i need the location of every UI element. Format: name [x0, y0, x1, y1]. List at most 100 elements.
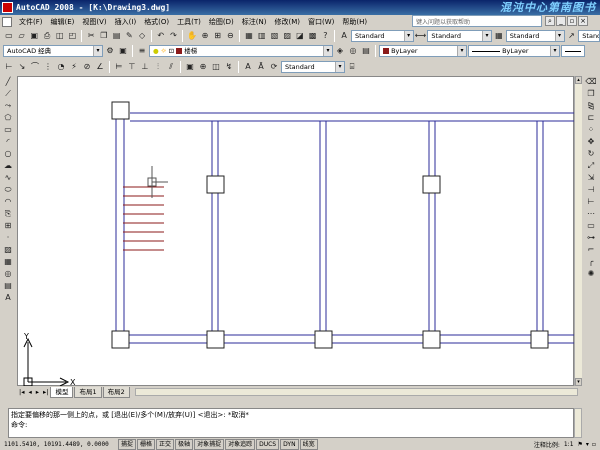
dim-style-manager-icon[interactable]: ⌸: [346, 61, 358, 73]
close-icon[interactable]: ×: [578, 16, 588, 26]
polar-toggle[interactable]: 极轴: [175, 439, 194, 450]
polygon-icon[interactable]: ⬠: [2, 112, 14, 124]
ellipse-icon[interactable]: ⬭: [2, 184, 14, 196]
restore-icon[interactable]: ▫: [567, 16, 577, 26]
center-mark-icon[interactable]: ⊕: [197, 61, 209, 73]
ducs-toggle[interactable]: DUCS: [256, 439, 280, 450]
otrack-toggle[interactable]: 对象追踪: [225, 439, 256, 450]
extend-icon[interactable]: ⊢: [585, 196, 597, 208]
scale-icon[interactable]: ⤢: [585, 160, 597, 172]
block-editor-icon[interactable]: ◇: [136, 30, 148, 42]
copy-object-icon[interactable]: ❐: [585, 88, 597, 100]
linetype-select[interactable]: ByLayer ▾: [468, 45, 560, 57]
document-icon[interactable]: [2, 16, 12, 27]
menu-draw[interactable]: 绘图(D): [205, 17, 238, 27]
tab-model[interactable]: 模型: [50, 386, 74, 398]
table-icon[interactable]: ▤: [2, 280, 14, 292]
zoom-realtime-icon[interactable]: ⊕: [199, 30, 211, 42]
scroll-down-icon[interactable]: ▾: [575, 378, 582, 386]
break-at-point-icon[interactable]: ⋯: [585, 208, 597, 220]
menu-file[interactable]: 文件(F): [15, 17, 47, 27]
calculator-icon[interactable]: ▩: [307, 30, 319, 42]
dimension-style-select[interactable]: Standard ▾: [281, 61, 345, 73]
offset-icon[interactable]: ⊏: [585, 112, 597, 124]
diameter-icon[interactable]: ⊘: [81, 61, 93, 73]
dim-text-edit-icon[interactable]: Ā: [255, 61, 267, 73]
workspace-select[interactable]: AutoCAD 经典 ▾: [3, 45, 103, 57]
ortho-toggle[interactable]: 正交: [156, 439, 175, 450]
tolerance-icon[interactable]: ▣: [184, 61, 196, 73]
rotate-icon[interactable]: ↻: [585, 148, 597, 160]
open-folder-icon[interactable]: ▱: [16, 30, 28, 42]
hatch-icon[interactable]: ▨: [2, 244, 14, 256]
scroll-up-icon[interactable]: ▴: [575, 76, 582, 84]
coordinate-readout[interactable]: 1101.5410, 10191.4489, 0.0000: [0, 441, 118, 448]
snap-toggle[interactable]: 捕捉: [118, 439, 137, 450]
layer-states-icon[interactable]: ▤: [360, 45, 372, 57]
copy-icon[interactable]: ❐: [98, 30, 110, 42]
angular-icon[interactable]: ∠: [94, 61, 106, 73]
menu-dimension[interactable]: 标注(N): [238, 17, 271, 27]
dim-break-icon[interactable]: ⫽: [165, 61, 177, 73]
arc-length-icon[interactable]: ⌒: [29, 61, 41, 73]
spline-icon[interactable]: ∿: [2, 172, 14, 184]
horizontal-scrollbar[interactable]: [134, 388, 578, 396]
tab-prev-icon[interactable]: ◂: [26, 388, 33, 396]
vertical-scrollbar[interactable]: ▴ ▾: [574, 76, 582, 386]
undo-icon[interactable]: ↶: [155, 30, 167, 42]
stretch-icon[interactable]: ⇲: [585, 172, 597, 184]
menu-modify[interactable]: 修改(M): [270, 17, 304, 27]
dim-space-icon[interactable]: ⫶: [152, 61, 164, 73]
column-box[interactable]: [206, 175, 225, 194]
tray-settings-icon[interactable]: ▾: [586, 441, 589, 448]
linear-dim-icon[interactable]: ⊢: [3, 61, 15, 73]
lineweight-toggle[interactable]: 线宽: [299, 439, 318, 450]
app-icon[interactable]: [2, 2, 13, 13]
command-window[interactable]: 指定要偏移的那一侧上的点，或 [退出(E)/多个(M)/放弃(U)] <退出>:…: [8, 408, 574, 438]
command-prompt[interactable]: 命令:: [11, 420, 571, 430]
polyline-icon[interactable]: ⤳: [2, 100, 14, 112]
column-box[interactable]: [111, 101, 130, 120]
trim-icon[interactable]: ⊣: [585, 184, 597, 196]
annotation-visibility-icon[interactable]: ⚑: [578, 441, 583, 448]
dim-edit-icon[interactable]: A: [242, 61, 254, 73]
tab-next-icon[interactable]: ▸: [34, 388, 41, 396]
new-file-icon[interactable]: ▭: [3, 30, 15, 42]
point-icon[interactable]: ·: [2, 232, 14, 244]
column-box[interactable]: [314, 330, 333, 349]
match-properties-icon[interactable]: ✎: [123, 30, 135, 42]
clean-screen-icon[interactable]: ▫: [592, 441, 596, 448]
construction-line-icon[interactable]: ⟋: [2, 88, 14, 100]
array-icon[interactable]: ⁘: [585, 124, 597, 136]
mirror-icon[interactable]: ⧎: [585, 100, 597, 112]
publish-icon[interactable]: ◰: [67, 30, 79, 42]
pan-icon[interactable]: ✋: [186, 30, 198, 42]
command-scrollbar[interactable]: [574, 408, 582, 438]
osnap-toggle[interactable]: 对象捕捉: [194, 439, 225, 450]
ordinate-icon[interactable]: ⋮: [42, 61, 54, 73]
erase-icon[interactable]: ⌫: [585, 76, 597, 88]
search-icon[interactable]: ⌕: [545, 16, 555, 26]
menu-tools[interactable]: 工具(T): [173, 17, 205, 27]
workspace-save-icon[interactable]: ▣: [117, 45, 129, 57]
layer-previous-icon[interactable]: ◎: [347, 45, 359, 57]
design-center-icon[interactable]: ▥: [256, 30, 268, 42]
print-icon[interactable]: ⎙: [41, 30, 53, 42]
preview-icon[interactable]: ◫: [54, 30, 66, 42]
ellipse-arc-icon[interactable]: ◠: [2, 196, 14, 208]
layer-select[interactable]: ● ☼ ⊡ 楼梯 ▾: [149, 45, 333, 57]
save-icon[interactable]: ▣: [28, 30, 40, 42]
color-select[interactable]: ByLayer ▾: [379, 45, 467, 57]
multileader-style-select[interactable]: Standar: [578, 30, 600, 42]
zoom-previous-icon[interactable]: ⊖: [225, 30, 237, 42]
workspace-settings-icon[interactable]: ⚙: [104, 45, 116, 57]
column-box[interactable]: [422, 175, 441, 194]
zoom-window-icon[interactable]: ⊞: [212, 30, 224, 42]
tab-first-icon[interactable]: |◂: [17, 388, 26, 396]
menu-view[interactable]: 视图(V): [78, 17, 110, 27]
markup-icon[interactable]: ◪: [294, 30, 306, 42]
table-style-select[interactable]: Standard ▾: [505, 30, 565, 42]
jogged-icon[interactable]: ⚡: [68, 61, 80, 73]
make-block-icon[interactable]: ⊞: [2, 220, 14, 232]
column-box[interactable]: [206, 330, 225, 349]
